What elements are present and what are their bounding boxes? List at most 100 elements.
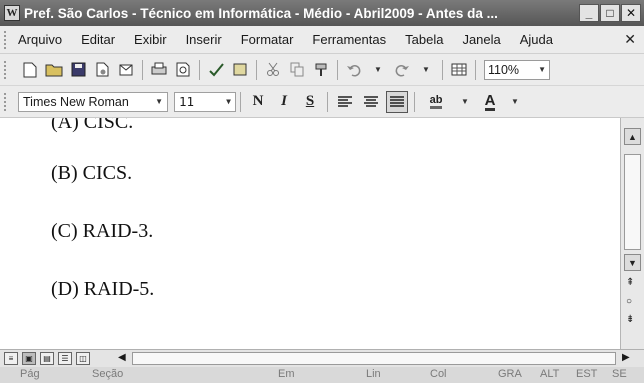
- scroll-right-button[interactable]: ▶: [622, 352, 630, 363]
- bold-button[interactable]: N: [247, 91, 269, 113]
- toolbar-separator: [337, 59, 338, 80]
- status-track-changes[interactable]: ALT: [540, 368, 559, 380]
- format-painter-icon[interactable]: [311, 60, 331, 80]
- restore-button[interactable]: □: [600, 4, 620, 22]
- permission-icon[interactable]: [92, 60, 112, 80]
- toolbar-grip-handle[interactable]: [4, 60, 12, 79]
- close-window-button[interactable]: ✕: [621, 4, 641, 22]
- open-icon[interactable]: [44, 60, 64, 80]
- option-c: (C) RAID-3.: [51, 220, 154, 242]
- option-a: (A) CISC.: [51, 118, 134, 133]
- minimize-button[interactable]: _: [579, 4, 599, 22]
- previous-page-icon[interactable]: ⇞: [626, 277, 634, 288]
- menu-exibir[interactable]: Exibir: [134, 32, 167, 47]
- document-area[interactable]: (A) CISC. (B) CICS. (C) RAID-3. (D) RAID…: [0, 118, 620, 349]
- window-title: Pref. São Carlos - Técnico em Informátic…: [24, 5, 498, 21]
- menu-formatar[interactable]: Formatar: [241, 32, 294, 47]
- font-name-select[interactable]: Times New Roman ▼: [18, 91, 168, 112]
- justify-icon[interactable]: [386, 90, 408, 113]
- zoom-value: 110%: [488, 62, 520, 77]
- align-left-icon[interactable]: [334, 91, 356, 113]
- vertical-scroll-thumb[interactable]: [624, 154, 641, 250]
- research-icon[interactable]: [230, 60, 250, 80]
- status-column: Col: [430, 368, 447, 380]
- copy-icon[interactable]: [287, 60, 307, 80]
- option-d: (D) RAID-5.: [51, 278, 155, 300]
- toolbar-separator: [240, 91, 241, 112]
- horizontal-scroll-area: ≡ ▣ ▤ ☰ ◫ ◀ ▶: [0, 349, 644, 367]
- reading-layout-view-icon[interactable]: ◫: [76, 352, 90, 365]
- status-extend[interactable]: EST: [576, 368, 597, 380]
- title-bar: W Pref. São Carlos - Técnico em Informát…: [0, 0, 644, 26]
- normal-view-icon[interactable]: ≡: [4, 352, 18, 365]
- save-icon[interactable]: [68, 60, 88, 80]
- toolbar-separator: [256, 59, 257, 80]
- print-icon[interactable]: [149, 60, 169, 80]
- chevron-down-icon: ▼: [538, 65, 546, 74]
- print-layout-view-icon[interactable]: ▤: [40, 352, 54, 365]
- option-b: (B) CICS.: [51, 162, 133, 184]
- zoom-select[interactable]: 110% ▼: [484, 59, 550, 80]
- standard-toolbar: ▼ ▼ 110% ▼: [0, 54, 644, 86]
- toolbar-separator: [475, 59, 476, 80]
- toolbar-separator: [142, 59, 143, 80]
- cut-icon[interactable]: [263, 60, 283, 80]
- status-overtype[interactable]: SE: [612, 368, 627, 380]
- outline-view-icon[interactable]: ☰: [58, 352, 72, 365]
- menu-editar[interactable]: Editar: [81, 32, 115, 47]
- font-color-label: A: [484, 91, 496, 111]
- font-size-select[interactable]: 11 ▼: [174, 91, 236, 112]
- horizontal-scrollbar[interactable]: [132, 352, 616, 365]
- undo-dropdown-icon[interactable]: ▼: [368, 60, 388, 80]
- highlight-button[interactable]: ab: [421, 91, 451, 113]
- formatting-toolbar: Times New Roman ▼ 11 ▼ N I S ab ▼ A ▼: [0, 86, 644, 118]
- spelling-icon[interactable]: [206, 60, 226, 80]
- highlight-dropdown-icon[interactable]: ▼: [455, 92, 475, 112]
- redo-icon[interactable]: [392, 60, 412, 80]
- window-controls: _ □ ✕: [579, 4, 641, 22]
- close-document-button[interactable]: ✕: [624, 31, 636, 48]
- scroll-left-button[interactable]: ◀: [118, 352, 126, 363]
- status-line: Lin: [366, 368, 381, 380]
- highlight-label: ab: [429, 94, 443, 109]
- menu-arquivo[interactable]: Arquivo: [18, 32, 62, 47]
- underline-button[interactable]: S: [299, 91, 321, 113]
- italic-button[interactable]: I: [273, 91, 295, 113]
- new-doc-icon[interactable]: [20, 60, 40, 80]
- email-icon[interactable]: [116, 60, 136, 80]
- font-name-value: Times New Roman: [23, 94, 129, 109]
- status-page: Pág: [20, 368, 40, 380]
- format-grip-handle[interactable]: [4, 92, 12, 111]
- redo-dropdown-icon[interactable]: ▼: [416, 60, 436, 80]
- menu-ajuda[interactable]: Ajuda: [520, 32, 553, 47]
- table-icon[interactable]: [449, 60, 469, 80]
- status-rec[interactable]: GRA: [498, 368, 522, 380]
- web-layout-view-icon[interactable]: ▣: [22, 352, 36, 365]
- toolbar-separator: [327, 91, 328, 112]
- scroll-down-button[interactable]: ▼: [624, 254, 641, 271]
- status-at: Em: [278, 368, 295, 380]
- status-bar: Pág Seção Em Lin Col GRA ALT EST SE: [0, 367, 644, 383]
- font-size-value: 11: [179, 94, 195, 109]
- menu-janela[interactable]: Janela: [462, 32, 500, 47]
- menu-bar: Arquivo Editar Exibir Inserir Formatar F…: [0, 26, 644, 54]
- next-page-icon[interactable]: ⇟: [626, 314, 634, 325]
- align-center-icon[interactable]: [360, 91, 382, 113]
- font-color-button[interactable]: A: [479, 91, 501, 113]
- vertical-scrollbar[interactable]: ▲ ▼ ⇞ ○ ⇟: [620, 118, 644, 349]
- scroll-up-button[interactable]: ▲: [624, 128, 641, 145]
- status-section: Seção: [92, 368, 124, 380]
- toolbar-separator: [414, 91, 415, 112]
- undo-icon[interactable]: [344, 60, 364, 80]
- menu-inserir[interactable]: Inserir: [186, 32, 222, 47]
- font-color-dropdown-icon[interactable]: ▼: [505, 92, 525, 112]
- chevron-down-icon: ▼: [226, 97, 231, 106]
- select-browse-object-icon[interactable]: ○: [626, 296, 632, 307]
- chevron-down-icon: ▼: [155, 97, 163, 106]
- menu-tabela[interactable]: Tabela: [405, 32, 443, 47]
- word-app-icon[interactable]: W: [4, 5, 20, 21]
- toolbar-separator: [199, 59, 200, 80]
- menu-grip-handle[interactable]: [4, 30, 12, 49]
- print-preview-icon[interactable]: [173, 60, 193, 80]
- menu-ferramentas[interactable]: Ferramentas: [312, 32, 386, 47]
